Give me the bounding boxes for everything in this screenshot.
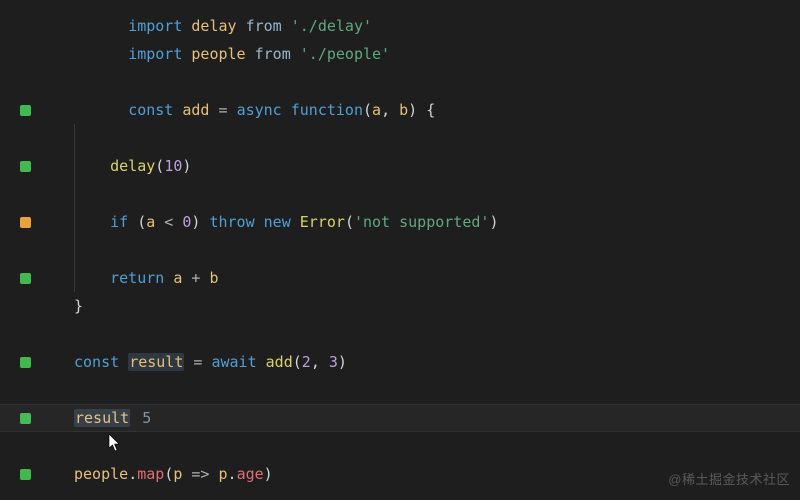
- punctuation: (: [293, 353, 302, 371]
- inline-value: 5: [142, 409, 151, 427]
- operator: =>: [182, 465, 218, 483]
- punctuation: ): [264, 465, 273, 483]
- code-line[interactable]: if (a < 0) throw new Error('not supporte…: [0, 208, 800, 236]
- gutter-marker-icon: [20, 413, 31, 424]
- code-line-active[interactable]: result 5: [0, 404, 800, 432]
- keyword-return: return: [110, 269, 164, 287]
- identifier: a: [146, 213, 155, 231]
- gutter: [0, 105, 74, 116]
- gutter: [0, 273, 74, 284]
- string-literal: 'not supported': [354, 213, 489, 231]
- function-call: add: [266, 353, 293, 371]
- string-literal: './people': [300, 45, 390, 63]
- gutter-marker-icon: [20, 105, 31, 116]
- keyword-new: new: [264, 213, 291, 231]
- class-name: Error: [300, 213, 345, 231]
- code-line[interactable]: const add = async function(a, b) {: [0, 96, 800, 124]
- identifier: people: [191, 45, 245, 63]
- operator: <: [155, 213, 182, 231]
- code-line[interactable]: return a + b: [0, 264, 800, 292]
- keyword-async: async: [237, 101, 282, 119]
- identifier-highlight: result: [128, 353, 184, 371]
- code-line[interactable]: [0, 432, 800, 460]
- punctuation: .: [228, 465, 237, 483]
- identifier: add: [182, 101, 209, 119]
- punctuation: ,: [311, 353, 329, 371]
- keyword-from: from: [255, 45, 291, 63]
- gutter: [0, 413, 74, 424]
- number-literal: 10: [164, 157, 182, 175]
- keyword-if: if: [110, 213, 128, 231]
- indent: [74, 269, 110, 287]
- code-line[interactable]: }: [0, 292, 800, 320]
- code-line[interactable]: const result = await add(2, 3): [0, 348, 800, 376]
- punctuation: ): [182, 157, 191, 175]
- identifier: b: [209, 269, 218, 287]
- keyword-await: await: [211, 353, 256, 371]
- punctuation: (: [155, 157, 164, 175]
- keyword-function: function: [291, 101, 363, 119]
- punctuation: (: [164, 465, 173, 483]
- punctuation: }: [74, 297, 83, 315]
- watermark: @稀土掘金技术社区: [668, 466, 790, 494]
- keyword-const: const: [74, 353, 119, 371]
- operator: =: [209, 101, 236, 119]
- punctuation: ): [489, 213, 498, 231]
- code-line[interactable]: [0, 236, 800, 264]
- indent: [74, 213, 110, 231]
- keyword-const: const: [128, 101, 173, 119]
- function-call: delay: [110, 157, 155, 175]
- punctuation: ): [191, 213, 209, 231]
- code-editor[interactable]: import delay from './delay' import peopl…: [0, 12, 800, 488]
- gutter-marker-icon: [20, 217, 31, 228]
- operator: =: [184, 353, 211, 371]
- number-literal: 3: [329, 353, 338, 371]
- parameter: a: [372, 101, 381, 119]
- punctuation: .: [128, 465, 137, 483]
- code-line[interactable]: [0, 376, 800, 404]
- punctuation: ): [338, 353, 347, 371]
- operator: +: [182, 269, 209, 287]
- keyword-throw: throw: [209, 213, 254, 231]
- code-line[interactable]: [0, 124, 800, 152]
- keyword-import: import: [128, 45, 182, 63]
- code-line[interactable]: import people from './people': [0, 40, 800, 68]
- gutter: [0, 469, 74, 480]
- punctuation: ,: [381, 101, 399, 119]
- code-line[interactable]: [0, 320, 800, 348]
- gutter: [0, 357, 74, 368]
- indent: [74, 157, 110, 175]
- punctuation: ) {: [408, 101, 435, 119]
- gutter: [0, 217, 74, 228]
- gutter-marker-icon: [20, 273, 31, 284]
- identifier: p: [219, 465, 228, 483]
- punctuation: (: [345, 213, 354, 231]
- code-line[interactable]: [0, 180, 800, 208]
- punctuation: (: [128, 213, 146, 231]
- code-line[interactable]: delay(10): [0, 152, 800, 180]
- gutter: [0, 161, 74, 172]
- gutter-marker-icon: [20, 469, 31, 480]
- property: age: [237, 465, 264, 483]
- identifier: people: [74, 465, 128, 483]
- method-call: map: [137, 465, 164, 483]
- parameter: b: [399, 101, 408, 119]
- gutter-marker-icon: [20, 357, 31, 368]
- number-literal: 2: [302, 353, 311, 371]
- identifier-highlight: result: [74, 409, 130, 427]
- punctuation: (: [363, 101, 372, 119]
- gutter-marker-icon: [20, 161, 31, 172]
